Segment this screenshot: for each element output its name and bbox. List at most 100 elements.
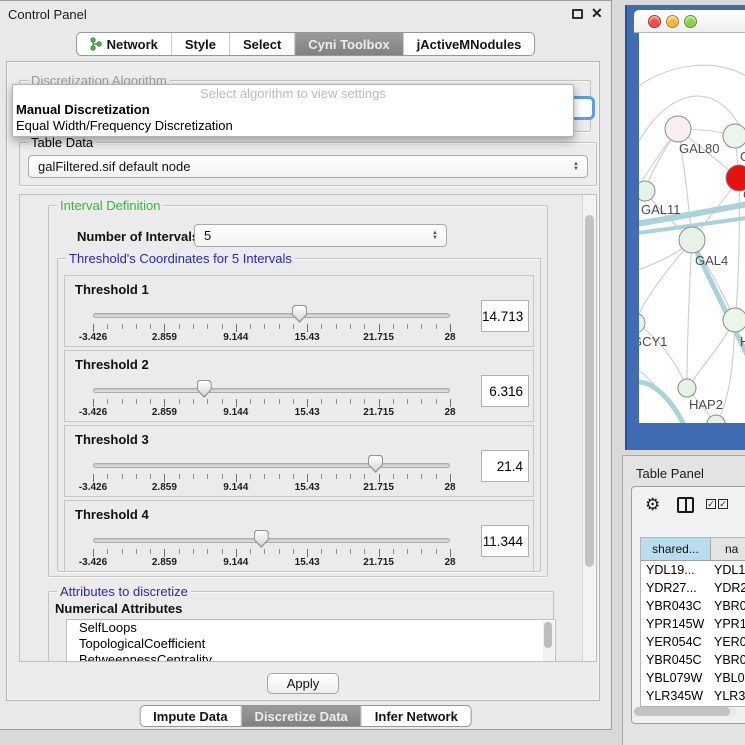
- tab-impute-data[interactable]: Impute Data: [140, 706, 240, 726]
- threshold-label: Threshold 2: [75, 357, 149, 372]
- number-of-intervals-combobox[interactable]: 5 ▲▼: [194, 224, 447, 247]
- threshold-slider-thumb[interactable]: [254, 530, 269, 548]
- close-icon[interactable]: ✕: [591, 5, 603, 22]
- numerical-attribute-item[interactable]: BetweennessCentrality: [67, 652, 555, 662]
- slider-tick: [122, 399, 123, 404]
- threshold-slider-track[interactable]: [93, 313, 450, 318]
- minimize-traffic-light[interactable]: [666, 15, 679, 28]
- threshold-value-field[interactable]: 6.316: [481, 375, 529, 407]
- tab-infer-network[interactable]: Infer Network: [361, 706, 471, 726]
- dropdown-option-manual-discretization[interactable]: Manual Discretization: [16, 102, 572, 118]
- table-row[interactable]: YBR045CYBR0: [641, 651, 745, 669]
- threshold-slider-thumb[interactable]: [197, 380, 212, 398]
- numerical-attribute-item[interactable]: SelfLoops: [67, 620, 555, 636]
- numerical-attribute-item[interactable]: TopologicalCoefficient: [67, 636, 555, 652]
- table-cell[interactable]: YPR145W: [641, 615, 711, 633]
- table-cell[interactable]: YER054C: [641, 633, 711, 651]
- network-node-GAL80[interactable]: [665, 116, 691, 142]
- column-header-name[interactable]: na: [711, 538, 745, 560]
- slider-tick-row: [65, 399, 533, 407]
- threshold-slider-thumb[interactable]: [368, 455, 383, 473]
- network-window-titlebar[interactable]: [634, 10, 745, 33]
- slider-tick: [350, 474, 351, 479]
- dropdown-option-equal-width-frequency[interactable]: Equal Width/Frequency Discretization: [16, 118, 572, 134]
- table-row[interactable]: YBR043CYBR0: [641, 597, 745, 615]
- network-node-H[interactable]: [723, 308, 745, 332]
- slider-tick: [150, 324, 151, 329]
- vertical-scrollbar[interactable]: [582, 195, 596, 661]
- slider-tick-label: -3.426: [79, 332, 107, 343]
- table-cell[interactable]: YBR0: [711, 597, 745, 615]
- table-cell[interactable]: YPR1: [711, 615, 745, 633]
- stepper-arrows-icon: ▲▼: [432, 231, 438, 241]
- table-cell[interactable]: YBL079W: [641, 669, 711, 687]
- slider-tick-label: 21.715: [363, 557, 394, 568]
- slider-tick: [150, 474, 151, 479]
- slider-tick: [293, 324, 294, 329]
- table-cell[interactable]: YDL1: [711, 561, 745, 579]
- gear-icon[interactable]: ⚙: [645, 495, 660, 515]
- scrollbar-thumb[interactable]: [585, 215, 594, 567]
- tab-network[interactable]: Network: [77, 33, 171, 55]
- slider-tick: [207, 399, 208, 404]
- table-cell[interactable]: YDL19...: [641, 561, 711, 579]
- threshold-slider-track[interactable]: [93, 538, 450, 543]
- network-node-GCY1[interactable]: [639, 313, 645, 333]
- table-row[interactable]: YPR145WYPR1: [641, 615, 745, 633]
- tab-cyni-toolbox[interactable]: Cyni Toolbox: [294, 33, 402, 55]
- table-cell[interactable]: YLR345W: [641, 687, 711, 705]
- table-row[interactable]: YBL079WYBL0: [641, 669, 745, 687]
- table-cell[interactable]: YBR0: [711, 651, 745, 669]
- apply-button[interactable]: Apply: [267, 673, 339, 694]
- scrollbar-thumb[interactable]: [544, 622, 552, 648]
- zoom-traffic-light[interactable]: [684, 15, 697, 28]
- close-traffic-light[interactable]: [648, 15, 661, 28]
- tab-discretize-data[interactable]: Discretize Data: [241, 706, 361, 726]
- threshold-slider-track[interactable]: [93, 463, 450, 468]
- table-cell[interactable]: YBR043C: [641, 597, 711, 615]
- threshold-slider-thumb[interactable]: [292, 305, 307, 323]
- network-node-GAL11[interactable]: [639, 181, 655, 201]
- network-node-label: GCY1: [639, 334, 667, 349]
- threshold-value-field[interactable]: 11.344: [481, 525, 529, 557]
- table-row[interactable]: YER054CYER0: [641, 633, 745, 651]
- network-node-HAP2[interactable]: [678, 379, 696, 397]
- slider-tick: [407, 399, 408, 404]
- table-cell[interactable]: YDR2: [711, 579, 745, 597]
- table-row[interactable]: YLR345WYLR3: [641, 687, 745, 705]
- checkbox-icon[interactable]: ✓: [706, 499, 716, 509]
- table-cell[interactable]: YBR045C: [641, 651, 711, 669]
- tab-select[interactable]: Select: [229, 33, 294, 55]
- network-canvas[interactable]: GAL80GACGAL11GAL4GCY1HHAP2: [639, 33, 745, 423]
- slider-tick: [264, 324, 265, 329]
- slider-tick: [164, 399, 165, 407]
- network-node-GA[interactable]: [723, 124, 745, 148]
- table-cell[interactable]: YLR3: [711, 687, 745, 705]
- slider-tick: [264, 474, 265, 479]
- table-data-combobox[interactable]: galFiltered.sif default node ▲▼: [28, 155, 588, 178]
- slider-tick: [450, 549, 451, 557]
- slider-tick: [450, 474, 451, 482]
- network-node-GAL4[interactable]: [679, 227, 705, 253]
- table-cell[interactable]: YBL0: [711, 669, 745, 687]
- column-header-shared-name[interactable]: shared...: [641, 538, 711, 560]
- threshold-value-field[interactable]: 14.713: [481, 300, 529, 332]
- table-row[interactable]: YDR27...YDR2: [641, 579, 745, 597]
- scrollbar-thumb[interactable]: [634, 707, 730, 716]
- threshold-slider-track[interactable]: [93, 388, 450, 393]
- slider-tick: [450, 324, 451, 332]
- table-row[interactable]: YDL19...YDL1: [641, 561, 745, 579]
- horizontal-scrollbar[interactable]: [634, 707, 737, 716]
- tab-style[interactable]: Style: [171, 33, 229, 55]
- table-cell[interactable]: YER0: [711, 633, 745, 651]
- numerical-attributes-list[interactable]: SelfLoopsTopologicalCoefficientBetweenne…: [66, 619, 556, 662]
- slider-tick: [450, 399, 451, 407]
- tab-jactivemnodules[interactable]: jActiveMNodules: [403, 33, 535, 55]
- slider-tick-label: 28: [444, 332, 455, 343]
- float-window-icon[interactable]: [572, 9, 583, 19]
- columns-icon[interactable]: [677, 497, 694, 513]
- list-scrollbar[interactable]: [543, 621, 554, 662]
- checkbox-icon[interactable]: ✓: [718, 499, 728, 509]
- table-cell[interactable]: YDR27...: [641, 579, 711, 597]
- threshold-value-field[interactable]: 21.4: [481, 450, 529, 482]
